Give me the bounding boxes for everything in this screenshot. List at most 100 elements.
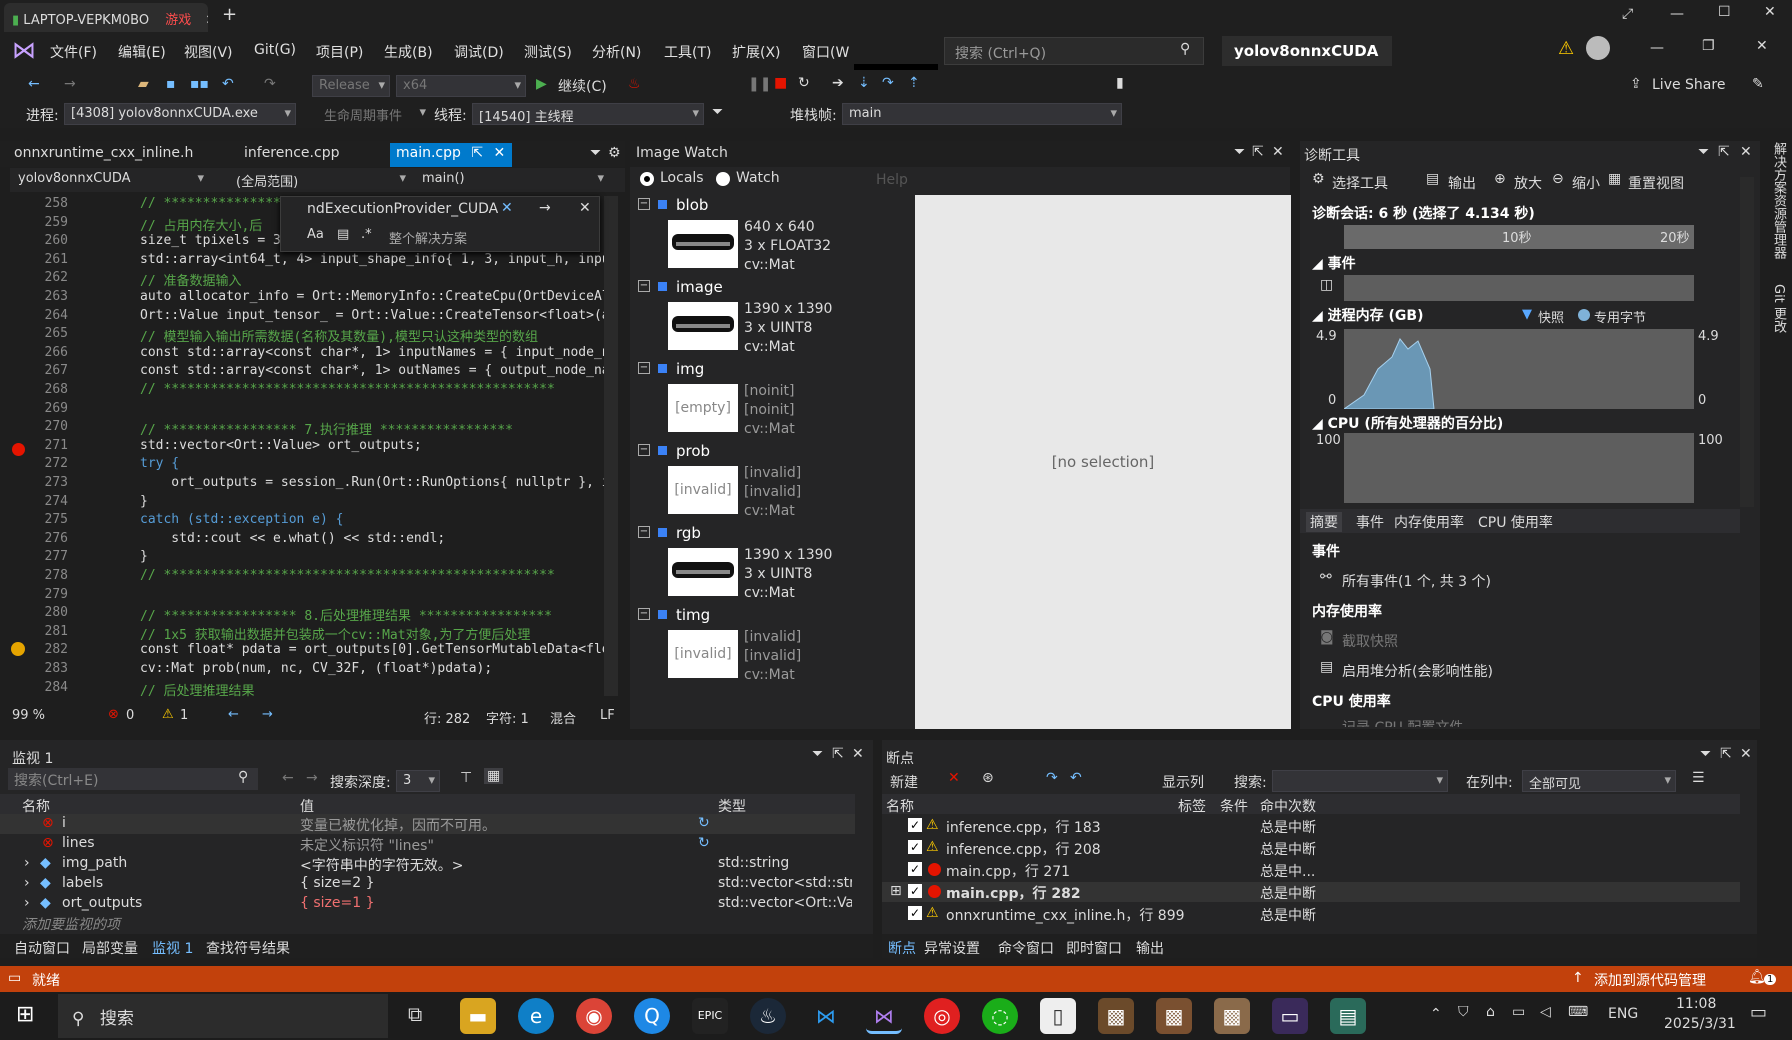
tab-command[interactable]: 命令窗口 bbox=[998, 938, 1054, 958]
image-thumbnail[interactable]: [invalid] bbox=[668, 466, 738, 514]
find-next-icon[interactable]: → bbox=[539, 200, 551, 216]
code-line[interactable]: std::vector<Ort::Value> ort_outputs; bbox=[140, 438, 422, 453]
save-all-icon[interactable]: ▪▪ bbox=[190, 76, 209, 92]
collapse-icon[interactable]: − bbox=[638, 444, 650, 456]
reset-view-icon[interactable]: ▦ bbox=[1608, 171, 1621, 187]
breakpoint-current-282[interactable] bbox=[11, 642, 25, 656]
tab-events[interactable]: 事件 bbox=[1356, 512, 1384, 532]
diag-pin-icon[interactable]: ⇱ bbox=[1718, 144, 1730, 160]
bp-menu-icon[interactable]: ⏷ bbox=[1700, 746, 1711, 762]
tab-find-symbol[interactable]: 查找符号结果 bbox=[206, 938, 290, 958]
tab-immediate[interactable]: 即时窗口 bbox=[1066, 938, 1122, 958]
action-center-icon[interactable]: ▭ bbox=[1750, 1002, 1767, 1023]
code-line[interactable]: // 准备数据输入 bbox=[140, 270, 241, 289]
watch-row[interactable]: › ◆ labels { size=2 } std::vector<std::strin… bbox=[0, 874, 855, 894]
start-icon[interactable]: ⊞ bbox=[16, 1002, 34, 1027]
tab-output[interactable]: 输出 bbox=[1136, 938, 1164, 958]
code-line[interactable]: std::array<int64_t, 4> input_shape_info{… bbox=[140, 252, 610, 267]
menu-test[interactable]: 测试(S) bbox=[524, 42, 572, 62]
code-line[interactable]: std::cout << e.what() << std::endl; bbox=[140, 531, 445, 546]
depth-select[interactable]: 3 bbox=[396, 770, 440, 792]
pin-tab-icon[interactable]: ⇱ bbox=[471, 145, 483, 161]
locals-radio[interactable] bbox=[640, 172, 654, 186]
code-line[interactable]: const float* pdata = ort_outputs[0].GetT… bbox=[140, 642, 610, 657]
zoom-in-icon[interactable]: ⊕ bbox=[1494, 171, 1506, 187]
bp-show-cols[interactable]: 显示列 bbox=[1162, 772, 1204, 792]
open-folder-icon[interactable]: ▰ bbox=[138, 76, 149, 92]
bp-export-icon[interactable]: ↶ bbox=[1070, 770, 1082, 786]
forward-icon[interactable]: → bbox=[64, 76, 76, 92]
take-snapshot-button[interactable]: 截取快照 bbox=[1342, 631, 1398, 651]
find-close-icon[interactable]: ✕ bbox=[579, 200, 591, 216]
error-icon[interactable]: ⊗ bbox=[108, 707, 119, 722]
thread-select[interactable]: [14540] 主线程 bbox=[472, 103, 704, 125]
stop-icon[interactable]: ■ bbox=[774, 75, 787, 91]
expand-icon[interactable]: ⤢ bbox=[1622, 6, 1633, 22]
menu-project[interactable]: 项目(P) bbox=[316, 42, 363, 62]
tray-battery-icon[interactable]: ▭ bbox=[1512, 1004, 1525, 1020]
code-line[interactable]: // 占用内存大小,后 bbox=[140, 215, 262, 234]
code-line[interactable]: cv::Mat prob(num, nc, CV_32F, (float*)pd… bbox=[140, 661, 492, 676]
search-forward-icon[interactable]: → bbox=[306, 770, 318, 786]
code-line[interactable]: // 后处理推理结果 bbox=[140, 680, 254, 699]
breakpoint-271[interactable] bbox=[12, 443, 25, 456]
image-watch-item[interactable]: − blob 640 x 640 3 x FLOAT32 cv::Mat bbox=[638, 196, 898, 278]
bp-enabled-checkbox[interactable]: ✓ bbox=[908, 839, 922, 855]
cpu-chart[interactable] bbox=[1344, 433, 1694, 503]
redo-icon[interactable]: ↷ bbox=[264, 76, 276, 92]
stack-select[interactable]: main bbox=[842, 103, 1122, 125]
watch-radio[interactable] bbox=[716, 172, 730, 186]
close-icon[interactable]: ✕ bbox=[1764, 4, 1776, 20]
breakpoint-row[interactable]: ✓ main.cpp，行 271 总是中... bbox=[882, 860, 1740, 880]
image-thumbnail[interactable] bbox=[668, 548, 738, 596]
col-type[interactable]: 类型 bbox=[718, 796, 746, 816]
image-watch-item[interactable]: − timg [invalid] [invalid] [invalid] cv::Mat bbox=[638, 606, 898, 688]
tab-onnxruntime[interactable]: onnxruntime_cxx_inline.h bbox=[14, 145, 193, 161]
heap-profiling-button[interactable]: 启用堆分析(会影响性能) bbox=[1342, 661, 1493, 681]
app-icon-4[interactable]: ▤ bbox=[1330, 998, 1366, 1034]
iw-pin-icon[interactable]: ⇱ bbox=[1252, 144, 1264, 160]
tab-memory[interactable]: 内存使用率 bbox=[1394, 512, 1464, 532]
tab-watch1[interactable]: 监视 1 bbox=[152, 938, 193, 958]
zoom-out-button[interactable]: 缩小 bbox=[1572, 173, 1600, 193]
code-line[interactable]: const std::array<const char*, 1> inputNa… bbox=[140, 345, 610, 360]
breakpoint-row[interactable]: ⊞ ✓ main.cpp，行 282 总是中断 bbox=[882, 882, 1740, 902]
bp-enabled-checkbox[interactable]: ✓ bbox=[908, 883, 922, 899]
next-issue-icon[interactable]: → bbox=[262, 707, 273, 722]
new-tab-icon[interactable]: + bbox=[222, 4, 237, 25]
whole-word-icon[interactable]: ▤ bbox=[337, 227, 349, 242]
tray-time[interactable]: 11:08 bbox=[1676, 996, 1716, 1012]
tab-main[interactable]: main.cpp ⇱ ✕ bbox=[390, 143, 512, 167]
code-line[interactable]: // 模型输入输出所需数据(名称及其数量),模型只认这种类型的数组 bbox=[140, 326, 538, 345]
watch-close-icon[interactable]: ✕ bbox=[852, 746, 864, 762]
code-line[interactable]: // ***************** 7.执行推理 ************… bbox=[140, 419, 513, 438]
process-select[interactable]: [4308] yolov8onnxCUDA.exe bbox=[64, 103, 296, 125]
restart-icon[interactable]: ↻ bbox=[798, 75, 810, 91]
terminal-icon[interactable]: ▭ bbox=[1272, 998, 1308, 1034]
diag-scrollbar[interactable] bbox=[1740, 177, 1754, 507]
step-over-icon[interactable]: ↷ bbox=[882, 75, 894, 91]
code-line[interactable]: // *************************************… bbox=[140, 382, 555, 397]
code-line[interactable]: catch (std::exception e) { bbox=[140, 512, 344, 527]
watch-filter-icon[interactable]: ⊤ bbox=[460, 770, 472, 786]
menu-extensions[interactable]: 扩展(X) bbox=[732, 42, 781, 62]
app-icon-1[interactable]: ▩ bbox=[1098, 998, 1134, 1034]
tab-exceptions[interactable]: 异常设置 bbox=[924, 938, 980, 958]
app-icon-2[interactable]: ▩ bbox=[1156, 998, 1192, 1034]
image-thumbnail[interactable] bbox=[668, 220, 738, 268]
step-out-icon[interactable]: ⇡ bbox=[908, 75, 920, 91]
menu-build[interactable]: 生成(B) bbox=[384, 42, 433, 62]
watch-value[interactable]: { size=2 } bbox=[300, 875, 700, 891]
image-thumbnail[interactable]: [empty] bbox=[668, 384, 738, 432]
image-watch-item[interactable]: − img [empty] [noinit] [noinit] cv::Mat bbox=[638, 360, 898, 442]
image-watch-item[interactable]: − image 1390 x 1390 3 x UINT8 cv::Mat bbox=[638, 278, 898, 360]
vs-restore-icon[interactable]: ❐ bbox=[1702, 38, 1715, 54]
code-line[interactable]: // 1x5 获取输出数据并包装成一个cv::Mat对象,为了方便后处理 bbox=[140, 624, 530, 643]
add-source-control[interactable]: 添加到源代码管理 bbox=[1594, 970, 1706, 990]
watch-search-icon[interactable]: ⚲ bbox=[238, 769, 248, 785]
code-line[interactable]: // ***************** 8.后处理推理结果 *********… bbox=[140, 605, 552, 624]
watch-row[interactable]: › ◆ ort_outputs { size=1 } std::vector<Ort::… bbox=[0, 894, 855, 914]
image-watch-item[interactable]: − prob [invalid] [invalid] [invalid] cv::Mat bbox=[638, 442, 898, 524]
warning-icon[interactable]: ⚠ bbox=[1558, 38, 1574, 59]
vs-minimize-icon[interactable]: — bbox=[1650, 40, 1664, 56]
